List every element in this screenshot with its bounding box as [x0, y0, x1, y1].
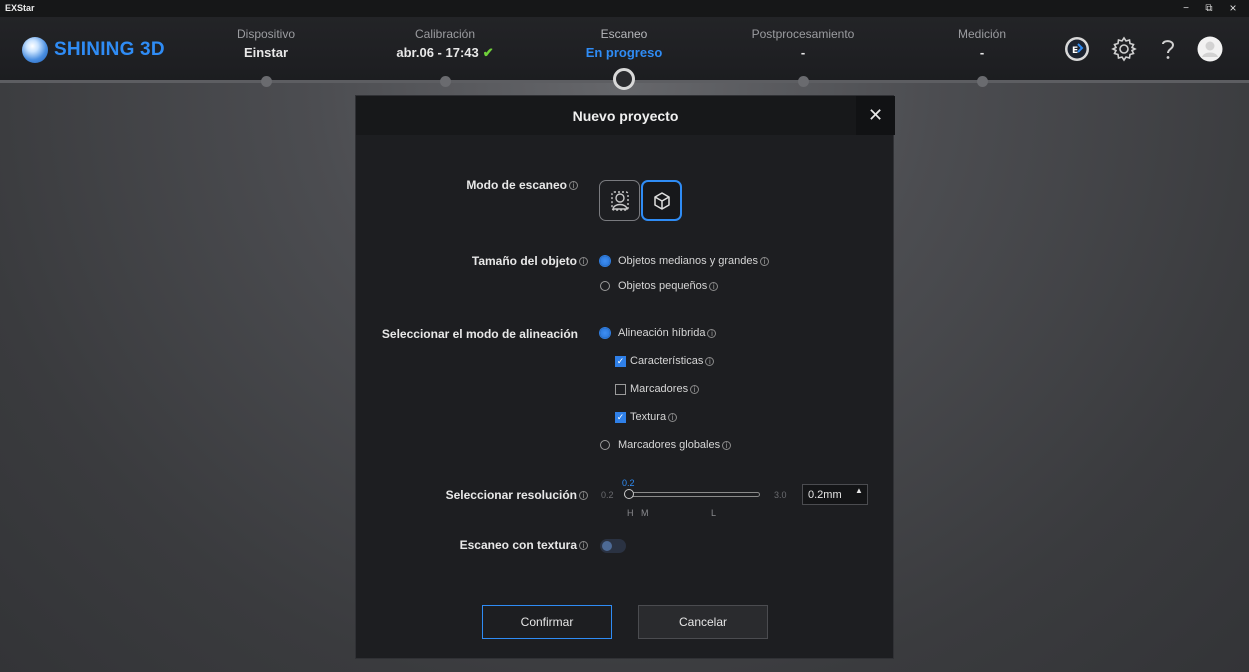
user-avatar-icon[interactable]	[1197, 36, 1223, 62]
slider-current-value: 0.2	[622, 478, 635, 488]
radio-selected-icon[interactable]	[600, 256, 610, 266]
confirm-button[interactable]: Confirmar	[482, 605, 612, 639]
settings-gear-icon[interactable]	[1111, 36, 1137, 62]
dialog-close-button[interactable]: ✕	[856, 96, 895, 135]
step-label: Calibración	[414, 27, 476, 41]
new-project-dialog: Nuevo proyecto ✕ Modo de escaneo i Tamaño…	[355, 95, 895, 659]
info-icon[interactable]: i	[579, 491, 588, 500]
minimize-button[interactable]: −	[1177, 2, 1195, 15]
object-size-label: Tamaño del objeto i	[356, 254, 588, 268]
resolution-label: Seleccionar resolución i	[356, 488, 588, 502]
portrait-mode-icon[interactable]	[599, 180, 640, 221]
info-icon[interactable]: i	[722, 440, 732, 450]
step-label: Dispositivo	[236, 27, 296, 41]
checkbox-features[interactable]: ✓ Características i	[615, 355, 715, 367]
option-label: Textura	[630, 411, 667, 423]
step-value: -	[800, 45, 806, 60]
radio-global-markers[interactable]: Marcadores globales i	[600, 439, 732, 451]
resolution-slider[interactable]	[624, 492, 760, 497]
option-label: Características	[630, 355, 704, 367]
brand-name: SHINING 3D	[54, 39, 165, 60]
checkbox-unchecked-icon[interactable]	[615, 383, 626, 395]
stepper-up-icon[interactable]: ▲	[855, 486, 863, 495]
restore-button[interactable]: ⧉	[1200, 2, 1218, 15]
progress-dot	[261, 76, 272, 87]
step-scanning[interactable]: Escaneo En progreso	[544, 27, 704, 60]
close-window-button[interactable]: ×	[1224, 2, 1242, 15]
step-value: abr.06 - 17:43 ✔	[365, 45, 525, 61]
option-label: Objetos pequeños	[618, 280, 708, 292]
ex-models-icon[interactable]: E	[1064, 36, 1090, 62]
scan-mode-label: Modo de escaneo i	[356, 178, 578, 192]
info-icon[interactable]: i	[569, 181, 578, 190]
checkbox-checked-icon[interactable]: ✓	[615, 355, 626, 367]
option-label: Marcadores	[630, 383, 689, 395]
option-label: Alineación híbrida	[618, 327, 706, 339]
dialog-header: Nuevo proyecto ✕	[356, 96, 895, 135]
alignment-mode-label: Seleccionar el modo de alineación	[381, 327, 578, 341]
dialog-title: Nuevo proyecto	[572, 108, 679, 124]
progress-dot	[440, 76, 451, 87]
info-icon[interactable]: i	[709, 281, 719, 291]
app-title: EXStar	[5, 3, 35, 13]
slider-handle[interactable]	[624, 489, 634, 499]
step-measurement[interactable]: Medición -	[902, 27, 1062, 60]
info-icon[interactable]: i	[668, 412, 678, 422]
info-icon[interactable]: i	[690, 384, 700, 394]
object-cube-icon[interactable]	[641, 180, 682, 221]
checkbox-markers[interactable]: Marcadores i	[615, 383, 700, 395]
option-label: Marcadores globales	[618, 439, 721, 451]
radio-small-objects[interactable]: Objetos pequeños i	[600, 280, 719, 292]
info-icon[interactable]: i	[705, 356, 715, 366]
progress-dot	[977, 76, 988, 87]
scan-mode-label-text: Modo de escaneo	[466, 178, 567, 192]
checkbox-texture[interactable]: ✓ Textura i	[615, 411, 678, 423]
radio-selected-icon[interactable]	[600, 328, 610, 338]
tick-low: L	[711, 508, 717, 518]
step-device[interactable]: Dispositivo Einstar	[186, 27, 346, 60]
option-label: Objetos medianos y grandes	[618, 255, 759, 267]
step-value: -	[979, 45, 985, 60]
texture-scan-toggle[interactable]	[600, 539, 626, 553]
progress-dot	[798, 76, 809, 87]
radio-unselected-icon[interactable]	[600, 440, 610, 450]
info-icon[interactable]: i	[760, 256, 770, 266]
help-question-icon[interactable]	[1155, 36, 1181, 62]
checkbox-checked-icon[interactable]: ✓	[615, 411, 626, 423]
object-size-label-text: Tamaño del objeto	[471, 254, 577, 268]
slider-min-label: 0.2	[601, 490, 614, 500]
step-postprocessing[interactable]: Postprocesamiento -	[723, 27, 883, 60]
texture-scan-label-text: Escaneo con textura	[459, 538, 577, 552]
current-step-indicator	[613, 68, 635, 90]
globe-logo-icon	[22, 37, 48, 63]
tick-high: H	[627, 508, 634, 518]
window-title-bar: EXStar − ⧉ ×	[0, 0, 1249, 17]
tick-medium: M	[641, 508, 649, 518]
step-label: Medición	[957, 27, 1007, 41]
step-value: Einstar	[243, 45, 289, 60]
texture-scan-label: Escaneo con textura i	[356, 538, 588, 552]
step-value: En progreso	[585, 45, 663, 60]
step-calibration[interactable]: Calibración abr.06 - 17:43 ✔	[365, 27, 525, 61]
toggle-knob	[602, 541, 612, 551]
step-label: Postprocesamiento	[751, 27, 855, 41]
resolution-label-text: Seleccionar resolución	[445, 488, 577, 502]
checkmark-icon: ✔	[482, 45, 494, 60]
slider-max-label: 3.0	[774, 490, 787, 500]
radio-unselected-icon[interactable]	[600, 281, 610, 291]
radio-medium-large-objects[interactable]: Objetos medianos y grandes i	[600, 255, 770, 267]
info-icon[interactable]: i	[579, 257, 588, 266]
info-icon[interactable]: i	[707, 328, 717, 338]
step-label: Escaneo	[600, 27, 648, 41]
svg-text:E: E	[1072, 46, 1078, 56]
cancel-button[interactable]: Cancelar	[638, 605, 768, 639]
brand-logo: SHINING 3D	[22, 37, 165, 63]
radio-hybrid-alignment[interactable]: Alineación híbrida i	[600, 327, 717, 339]
calibration-date: abr.06 - 17:43	[396, 45, 479, 60]
info-icon[interactable]: i	[579, 541, 588, 550]
